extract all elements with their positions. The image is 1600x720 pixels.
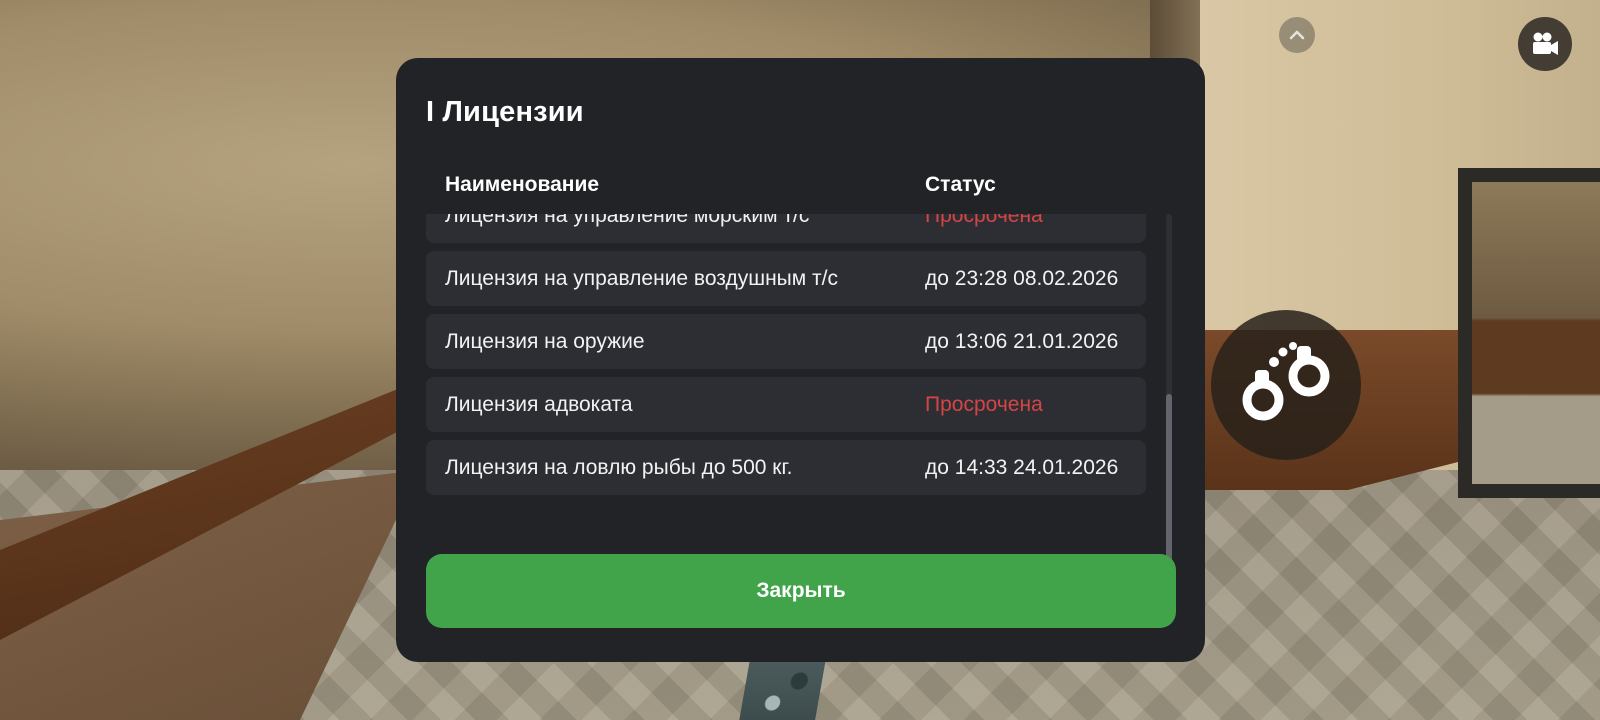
camera-button[interactable] bbox=[1518, 17, 1572, 71]
license-status: до 14:33 24.01.2026 bbox=[925, 456, 1119, 479]
list-scrollbar[interactable] bbox=[1166, 214, 1172, 574]
license-status: Просрочена bbox=[925, 393, 1043, 416]
video-camera-icon bbox=[1533, 32, 1558, 55]
license-row: Лицензия на управление воздушным т/с до … bbox=[426, 251, 1146, 306]
column-header-name: Наименование bbox=[445, 173, 600, 196]
collapse-button[interactable] bbox=[1279, 17, 1315, 53]
close-button[interactable]: Закрыть bbox=[426, 554, 1176, 628]
scrollbar-thumb[interactable] bbox=[1166, 394, 1172, 574]
modal-title: I Лицензии bbox=[426, 96, 584, 128]
handcuffs-action-button[interactable] bbox=[1211, 310, 1361, 460]
license-status: Просрочена bbox=[925, 214, 1043, 227]
license-name: Лицензия адвоката bbox=[445, 393, 633, 416]
handcuffs-icon bbox=[1242, 342, 1330, 421]
license-row: Лицензия на управление морским т/с Проср… bbox=[426, 214, 1146, 243]
license-name: Лицензия на управление морским т/с bbox=[445, 214, 810, 227]
license-row: Лицензия на ловлю рыбы до 500 кг. до 14:… bbox=[426, 440, 1146, 495]
chevron-up-icon bbox=[1289, 30, 1305, 40]
licenses-modal: I Лицензии Наименование Статус Лицензия … bbox=[396, 58, 1205, 662]
license-row: Лицензия адвоката Просрочена bbox=[426, 377, 1146, 432]
license-status: до 13:06 21.01.2026 bbox=[925, 330, 1119, 353]
license-row: Лицензия на оружие до 13:06 21.01.2026 bbox=[426, 314, 1146, 369]
column-header-status: Статус bbox=[925, 173, 996, 196]
license-name: Лицензия на оружие bbox=[445, 330, 645, 353]
license-name: Лицензия на управление воздушным т/с bbox=[445, 267, 838, 290]
licenses-list[interactable]: Лицензия на управление морским т/с Проср… bbox=[426, 214, 1168, 574]
doorway bbox=[1458, 168, 1600, 498]
license-name: Лицензия на ловлю рыбы до 500 кг. bbox=[445, 456, 793, 479]
license-status: до 23:28 08.02.2026 bbox=[925, 267, 1119, 290]
